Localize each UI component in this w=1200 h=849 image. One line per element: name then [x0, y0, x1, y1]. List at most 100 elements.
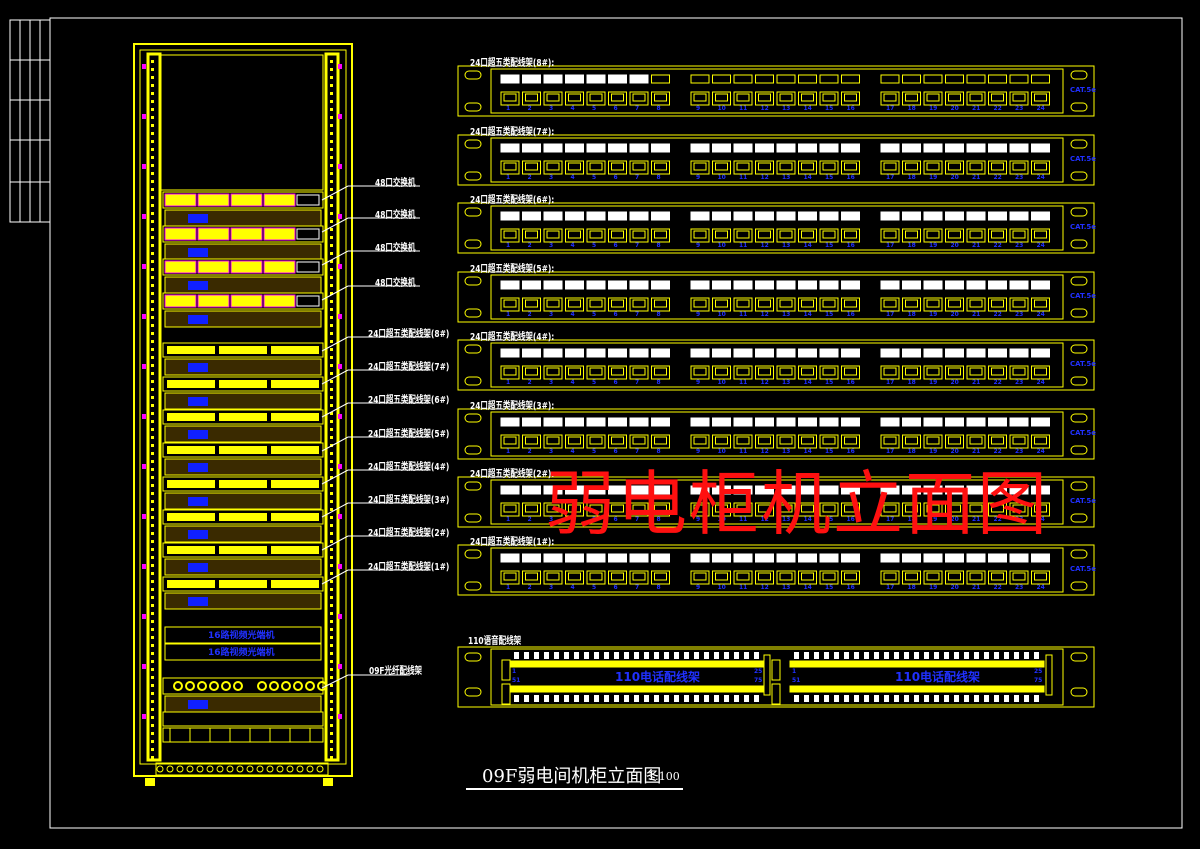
port-label-box: [880, 553, 900, 563]
rj45-jack: [632, 299, 646, 308]
rail-hole: [330, 636, 333, 639]
rail-hole: [151, 484, 154, 487]
port-number: 15: [825, 584, 834, 591]
rj45-jack: [758, 367, 771, 376]
pair-label: [894, 652, 899, 659]
rail-hole: [330, 316, 333, 319]
rail-hole: [151, 716, 154, 719]
port-label-box: [841, 280, 860, 290]
video-unit-label: 16路视频光端机: [208, 648, 275, 658]
port-label-box: [500, 74, 520, 84]
rail-hole: [151, 116, 154, 119]
rail-marker: [142, 714, 146, 719]
rack-port-block: [167, 546, 215, 554]
port-label-box: [500, 485, 520, 495]
port-number: 7: [635, 584, 640, 591]
port-number: 13: [782, 242, 791, 249]
rail-marker: [338, 414, 342, 419]
rack-port-block: [219, 480, 267, 488]
rack-port-block: [167, 446, 215, 454]
port-number: 6: [613, 105, 618, 112]
rj45-jack: [758, 572, 771, 581]
base-vent: [276, 765, 284, 773]
rj45-jack: [715, 572, 728, 581]
port-label-box: [500, 143, 520, 153]
rail-hole: [330, 500, 333, 503]
port-label-box: [608, 74, 627, 84]
port-label-box: [1009, 74, 1029, 84]
rail-hole: [151, 404, 154, 407]
port-number: 1: [506, 174, 511, 181]
pair-label: [814, 652, 819, 659]
rj45-jack: [822, 436, 836, 445]
rj45-jack: [654, 572, 667, 581]
patch-panel-label: 24口超五类配线架(8#): [368, 329, 450, 340]
voice-panel-title: 110语音配线架: [468, 636, 522, 647]
rail-marker: [338, 564, 342, 569]
port-number: 23: [1015, 242, 1024, 249]
port-label-box: [923, 553, 943, 563]
rail-hole: [151, 724, 154, 727]
rail-hole: [151, 564, 154, 567]
rail-hole: [151, 212, 154, 215]
manager-badge: [188, 363, 208, 372]
port-number: 23: [1015, 105, 1024, 112]
rail-hole: [330, 548, 333, 551]
port-number: 22: [993, 584, 1002, 591]
port-label-box: [629, 211, 649, 221]
mount-hole: [464, 581, 482, 591]
port-number: 15: [825, 379, 834, 386]
rj45-jack: [883, 93, 897, 102]
rail-hole: [151, 276, 154, 279]
port-number: 17: [886, 584, 895, 591]
rj45-jack: [905, 162, 918, 171]
pair-label: [824, 695, 829, 702]
rj45-jack: [503, 299, 517, 308]
rj45-jack: [758, 162, 771, 171]
block-end: [1045, 654, 1053, 696]
port-label-box: [651, 417, 670, 427]
port-number: 11: [739, 379, 748, 386]
port-number: 1: [506, 311, 511, 318]
switch-port-block: [197, 193, 230, 207]
rj45-jack: [905, 93, 918, 102]
port-number: 5: [592, 379, 597, 386]
rj45-jack: [969, 367, 983, 376]
mount-hole: [464, 687, 482, 697]
port-number: 15: [825, 311, 834, 318]
rail-hole: [330, 452, 333, 455]
rail-hole: [151, 604, 154, 607]
port-number: 16: [846, 584, 855, 591]
port-number: 18: [907, 174, 916, 181]
port-label-box: [608, 211, 627, 221]
pair-label: [974, 652, 979, 659]
port-number: 7: [635, 105, 640, 112]
port-label-box: [798, 74, 817, 84]
port-number: 14: [803, 105, 812, 112]
rack-foot: [323, 778, 333, 786]
rail-hole: [151, 620, 154, 623]
port-number: 4: [570, 242, 575, 249]
rail-marker: [142, 664, 146, 669]
port-label-box: [841, 143, 860, 153]
port-number: 16: [846, 242, 855, 249]
port-label-box: [923, 143, 943, 153]
rail-hole: [330, 396, 333, 399]
port-number: 18: [907, 242, 916, 249]
rack-port-block: [271, 480, 319, 488]
mount-hole: [1070, 549, 1088, 559]
rail-hole: [330, 284, 333, 287]
rail-hole: [330, 612, 333, 615]
port-number: 6: [613, 584, 618, 591]
port-number: 11: [739, 174, 748, 181]
rack-port-block: [167, 480, 215, 488]
rj45-jack: [948, 93, 961, 102]
pair-label: [824, 652, 829, 659]
pair-label: [594, 695, 599, 702]
port-number: 15: [825, 242, 834, 249]
pair-label: [644, 695, 649, 702]
rail-marker: [142, 564, 146, 569]
rail-hole: [330, 164, 333, 167]
rail-hole: [151, 228, 154, 231]
rail-hole: [330, 380, 333, 383]
